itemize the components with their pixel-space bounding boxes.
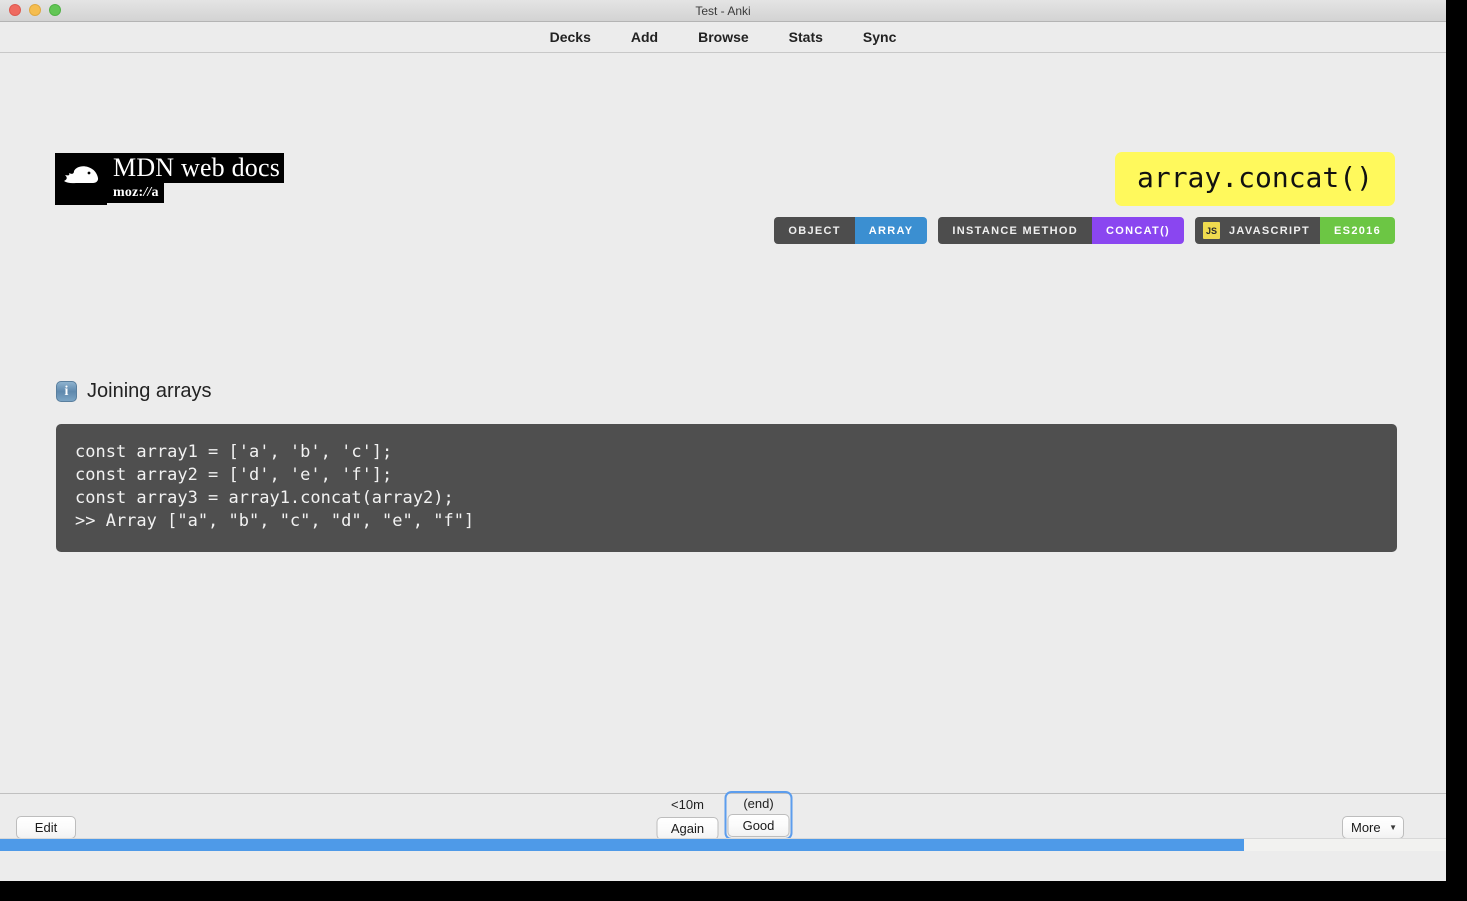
mdn-moz-text: moz://a (107, 183, 164, 203)
edit-button[interactable]: Edit (16, 816, 76, 839)
moz-prefix: moz: (113, 185, 144, 200)
more-button-label: More (1351, 820, 1381, 835)
review-progress-fill (0, 839, 1244, 851)
nav-item-browse[interactable]: Browse (694, 27, 753, 47)
tag-es2016[interactable]: ES2016 (1320, 217, 1395, 244)
code-text: const array1 = ['a', 'b', 'c']; const ar… (75, 442, 475, 531)
answer-column-again: <10m Again (656, 797, 719, 840)
tag-row: OBJECT ARRAY INSTANCE METHOD CONCAT() JS… (774, 217, 1395, 244)
answer-buttons: <10m Again (end) Good (656, 791, 793, 840)
section-heading: i Joining arrays (56, 380, 212, 403)
tag-javascript-label: JAVASCRIPT (1229, 224, 1311, 237)
tag-array[interactable]: ARRAY (854, 217, 928, 244)
nav-item-decks[interactable]: Decks (546, 27, 595, 47)
good-button[interactable]: Good (727, 814, 790, 837)
window-titlebar: Test - Anki (0, 0, 1446, 22)
nav-item-sync[interactable]: Sync (859, 27, 900, 47)
window-title: Test - Anki (695, 4, 751, 18)
close-window-button[interactable] (9, 4, 21, 16)
traffic-light-controls (9, 4, 61, 16)
zoom-window-button[interactable] (49, 4, 61, 16)
mdn-logo: MDN web docs moz://a (55, 153, 285, 205)
mdn-title-text: MDN web docs (107, 153, 285, 183)
tag-instance-method[interactable]: INSTANCE METHOD (938, 217, 1093, 244)
card-content-area: MDN web docs moz://a array.concat() OBJE… (0, 53, 1446, 794)
info-icon: i (56, 381, 77, 402)
anki-main-window: Test - Anki Decks Add Browse Stats Sync … (0, 0, 1446, 881)
answer-interval-again: <10m (671, 797, 704, 812)
tag-group-object-array: OBJECT ARRAY (774, 217, 928, 244)
tag-group-method: INSTANCE METHOD CONCAT() (938, 217, 1184, 244)
section-title: Joining arrays (87, 380, 212, 402)
moz-slashes: // (143, 185, 152, 200)
nav-item-stats[interactable]: Stats (785, 27, 827, 47)
answer-interval-good: (end) (743, 796, 774, 811)
minimize-window-button[interactable] (29, 4, 41, 16)
mdn-dino-icon (55, 153, 107, 205)
review-bottom-bar: Edit <10m Again (end) Good More ▼ (0, 791, 1446, 857)
tag-group-language: JS JAVASCRIPT ES2016 (1195, 217, 1395, 244)
review-progress-bar (0, 838, 1446, 851)
nav-item-add[interactable]: Add (627, 27, 662, 47)
code-block: const array1 = ['a', 'b', 'c']; const ar… (56, 424, 1397, 552)
tag-javascript[interactable]: JS JAVASCRIPT (1195, 217, 1321, 244)
main-navbar: Decks Add Browse Stats Sync (0, 22, 1446, 53)
js-icon: JS (1203, 222, 1220, 239)
answer-column-good: (end) Good (724, 791, 793, 840)
moz-suffix: a (151, 185, 159, 200)
chevron-down-icon: ▼ (1389, 822, 1397, 832)
more-button[interactable]: More ▼ (1342, 816, 1404, 839)
tag-concat[interactable]: CONCAT() (1092, 217, 1184, 244)
card-title-chip: array.concat() (1114, 152, 1395, 206)
tag-object[interactable]: OBJECT (774, 217, 855, 244)
again-button[interactable]: Again (656, 817, 719, 840)
mdn-wordmark: MDN web docs moz://a (107, 153, 285, 203)
